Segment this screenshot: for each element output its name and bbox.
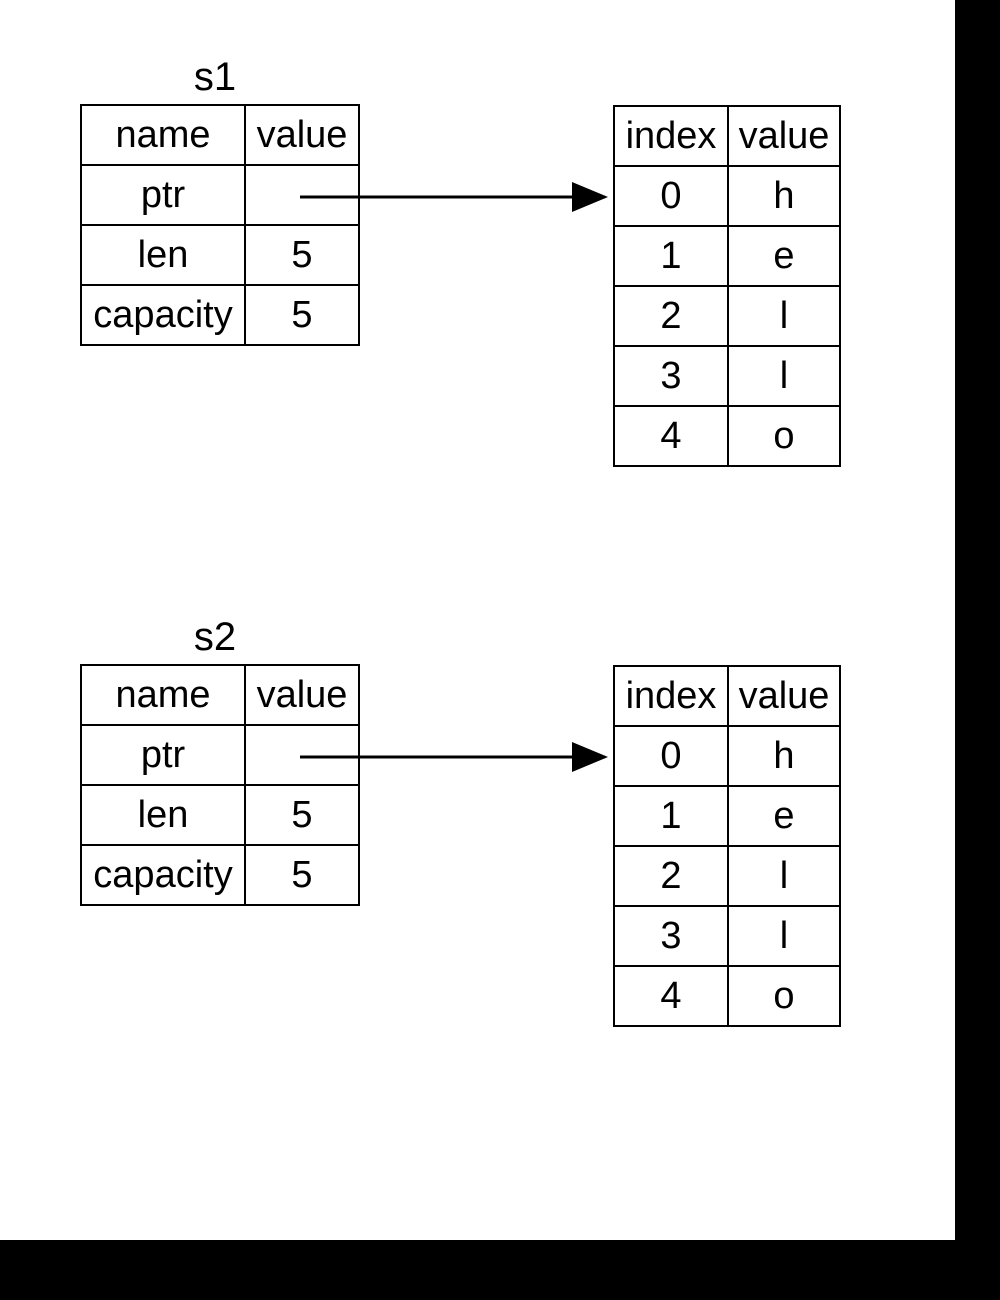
heap-s1-table: index value 0 h 1 e 2 l 3 l 4 o (613, 105, 841, 467)
heap-row-value: e (728, 226, 840, 286)
heap-row-value: h (728, 726, 840, 786)
struct-row-name: capacity (81, 285, 245, 345)
struct-header-name: name (81, 105, 245, 165)
heap-row-index: 0 (614, 166, 728, 226)
pointer-arrow-s2 (300, 745, 620, 775)
heap-header-index: index (614, 666, 728, 726)
heap-row-value: l (728, 846, 840, 906)
heap-row-value: l (728, 346, 840, 406)
heap-row-value: l (728, 286, 840, 346)
heap-row-index: 0 (614, 726, 728, 786)
heap-s2: index value 0 h 1 e 2 l 3 l 4 o (613, 665, 841, 1027)
struct-s1-title: s1 (80, 55, 350, 100)
struct-row-value: 5 (245, 285, 359, 345)
frame-border-right (955, 0, 1000, 1300)
struct-row-name: capacity (81, 845, 245, 905)
struct-row-name: len (81, 785, 245, 845)
heap-row-index: 3 (614, 346, 728, 406)
struct-row-value: 5 (245, 785, 359, 845)
struct-row-name: ptr (81, 725, 245, 785)
heap-row-index: 3 (614, 906, 728, 966)
struct-row-name: len (81, 225, 245, 285)
struct-row-name: ptr (81, 165, 245, 225)
heap-row-index: 4 (614, 406, 728, 466)
heap-header-value: value (728, 666, 840, 726)
struct-header-value: value (245, 105, 359, 165)
heap-row-value: o (728, 966, 840, 1026)
struct-header-value: value (245, 665, 359, 725)
heap-s2-table: index value 0 h 1 e 2 l 3 l 4 o (613, 665, 841, 1027)
struct-s2-table: name value ptr len 5 capacity 5 (80, 664, 360, 906)
struct-row-value: 5 (245, 225, 359, 285)
heap-row-value: h (728, 166, 840, 226)
heap-header-value: value (728, 106, 840, 166)
heap-row-index: 2 (614, 846, 728, 906)
frame-border-bottom (0, 1240, 1000, 1300)
pointer-arrow-s1 (300, 185, 620, 215)
struct-s1-table: name value ptr len 5 capacity 5 (80, 104, 360, 346)
heap-row-index: 4 (614, 966, 728, 1026)
struct-s2-title: s2 (80, 615, 350, 660)
heap-row-index: 2 (614, 286, 728, 346)
heap-s1: index value 0 h 1 e 2 l 3 l 4 o (613, 105, 841, 467)
struct-header-name: name (81, 665, 245, 725)
heap-row-index: 1 (614, 786, 728, 846)
heap-header-index: index (614, 106, 728, 166)
heap-row-index: 1 (614, 226, 728, 286)
heap-row-value: e (728, 786, 840, 846)
heap-row-value: l (728, 906, 840, 966)
struct-row-value: 5 (245, 845, 359, 905)
heap-row-value: o (728, 406, 840, 466)
